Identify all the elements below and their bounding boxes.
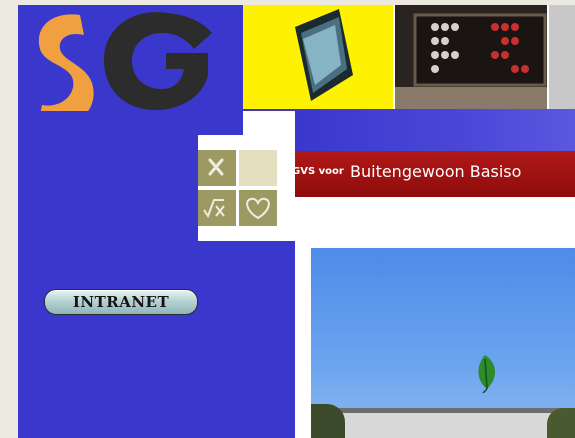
book-photo — [243, 5, 393, 109]
blank-tile — [239, 150, 277, 186]
banner-prefix: GVS voor — [295, 166, 344, 177]
laptop-photo — [549, 5, 575, 109]
abacus-photo — [395, 5, 547, 109]
page-frame: GVS voor Buitengewoon Basiso INTRANET — [18, 5, 575, 438]
abacus-icon — [395, 5, 547, 109]
cross-icon — [198, 150, 236, 186]
banner-title: Buitengewoon Basiso — [350, 162, 522, 181]
intranet-button[interactable]: INTRANET — [44, 289, 198, 315]
building-roof — [311, 408, 575, 413]
subject-icons — [198, 150, 280, 228]
school-building — [311, 408, 575, 438]
tree-left — [311, 404, 345, 438]
school-photo — [311, 248, 575, 438]
sg-logo-icon — [38, 12, 212, 127]
leaf-icon — [478, 355, 496, 393]
tree-right — [547, 408, 575, 438]
book-icon — [295, 9, 353, 101]
header-blue-band — [295, 109, 575, 151]
math-icon — [198, 190, 236, 226]
heart-icon — [239, 190, 277, 226]
school-name-banner: GVS voor Buitengewoon Basiso — [295, 151, 575, 197]
logo[interactable] — [18, 5, 243, 127]
